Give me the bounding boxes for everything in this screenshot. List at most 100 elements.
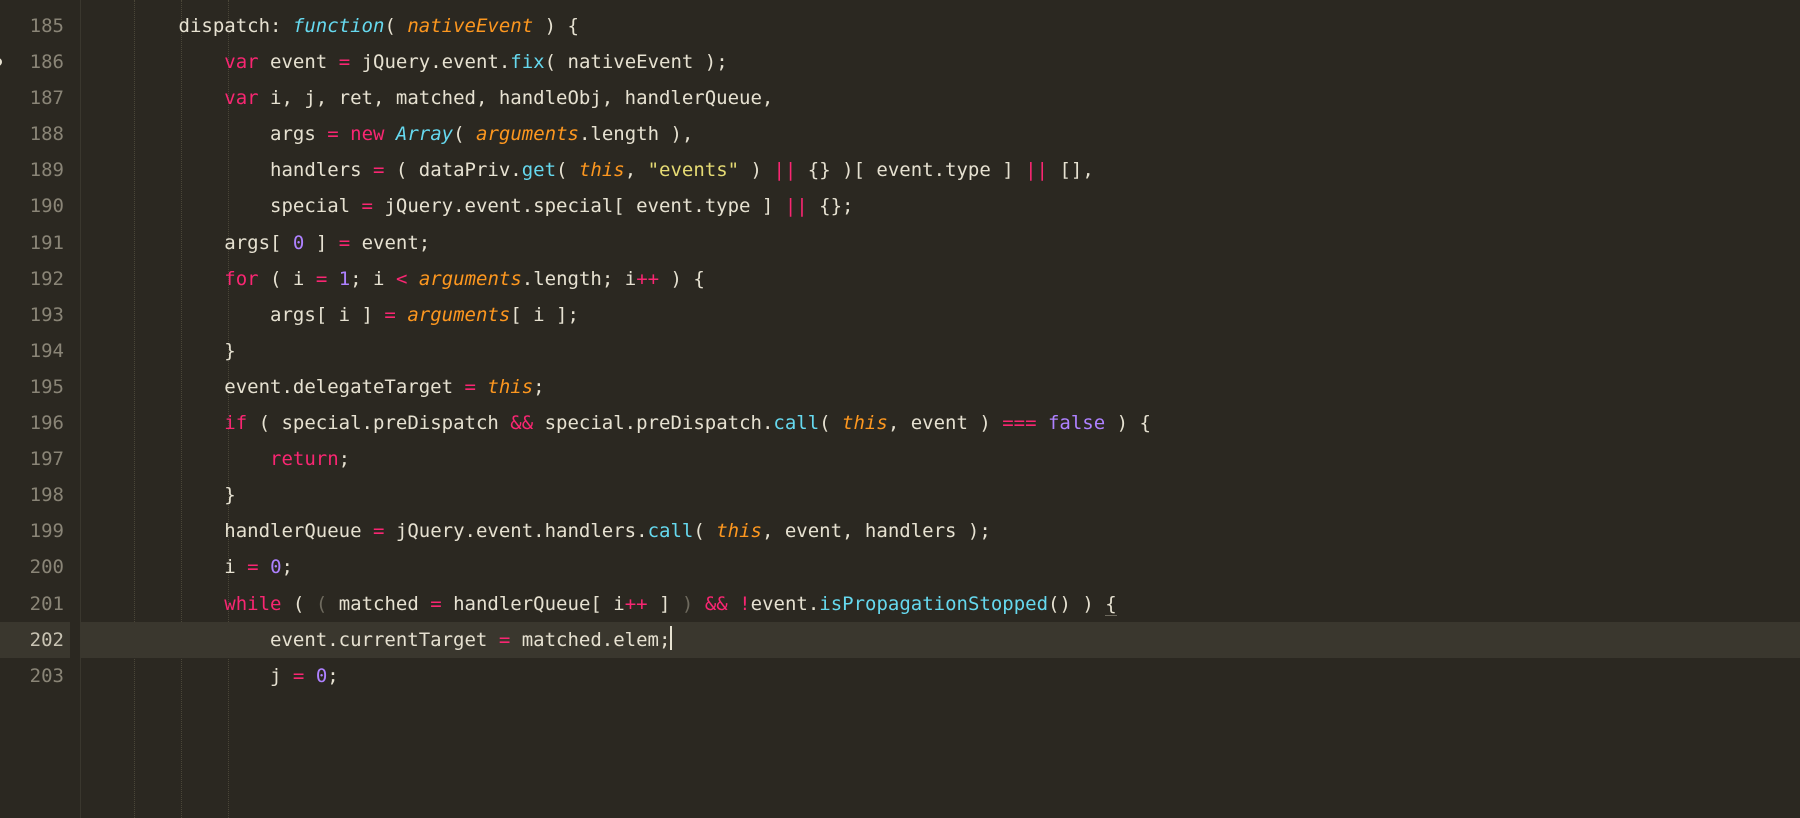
code-token: && [510,412,533,434]
line-number[interactable]: 190 [0,188,70,224]
code-token: ; [533,376,544,398]
line-number[interactable]: 202 [0,622,70,658]
code-token: || [1025,159,1048,181]
code-token: = [499,629,510,651]
code-token: < [396,268,407,290]
code-line[interactable]: handlerQueue = jQuery.event.handlers.cal… [81,513,1800,549]
code-token: isPropagationStopped [819,593,1048,615]
line-number[interactable]: 186 [0,44,70,80]
code-token: = [430,593,441,615]
code-token: ( [281,593,315,615]
code-token: ( dataPriv. [384,159,521,181]
code-token: = [465,376,476,398]
code-token: var [224,51,258,73]
code-line[interactable]: for ( i = 1; i < arguments.length; i++ )… [81,261,1800,297]
code-line[interactable]: args[ 0 ] = event; [81,225,1800,261]
code-token: jQuery.event.handlers. [384,520,647,542]
code-line[interactable]: var event = jQuery.event.fix( nativeEven… [81,44,1800,80]
code-line[interactable]: while ( ( matched = handlerQueue[ i++ ] … [81,586,1800,622]
code-line[interactable]: event.currentTarget = matched.elem; [81,622,1800,658]
line-number[interactable]: 185 [0,8,70,44]
code-token: = [373,520,384,542]
code-token: this [487,376,533,398]
line-number[interactable]: 192 [0,261,70,297]
code-line[interactable]: j = 0; [81,658,1800,694]
code-token: === [1002,412,1036,434]
code-line[interactable]: } [81,477,1800,513]
code-token: args[ [224,232,293,254]
line-number[interactable]: 191 [0,225,70,261]
line-number[interactable]: 199 [0,513,70,549]
code-token: { [1105,593,1116,616]
code-token: handlerQueue[ i [442,593,625,615]
code-token: ( [819,412,842,434]
code-token: 0 [270,556,281,578]
code-line[interactable]: event.delegateTarget = this; [81,369,1800,405]
code-token: Array [396,123,453,145]
line-number[interactable]: 203 [0,658,70,694]
code-token: jQuery.event. [350,51,510,73]
code-line[interactable]: special = jQuery.event.special[ event.ty… [81,188,1800,224]
code-token: ] [648,593,682,615]
code-token: { [568,15,579,37]
line-number[interactable]: 188 [0,116,70,152]
line-number[interactable]: 198 [0,477,70,513]
code-token: event [259,51,339,73]
code-token: ) [533,15,567,37]
code-token: ; [282,556,293,578]
code-token: ( [453,123,476,145]
code-line[interactable]: args = new Array( arguments.length ), [81,116,1800,152]
code-token: this [716,520,762,542]
line-number[interactable]: 189 [0,152,70,188]
code-token: ! [739,593,750,615]
line-number[interactable]: 194 [0,333,70,369]
line-number[interactable]: 201 [0,586,70,622]
line-number-gutter[interactable]: 1851861871881891901911921931941951961971… [0,0,80,818]
code-line[interactable]: i = 0; [81,549,1800,585]
code-area[interactable]: dispatch: function( nativeEvent ) { var … [80,0,1800,818]
line-number[interactable]: 197 [0,441,70,477]
code-token [407,268,418,290]
code-token: handlerQueue [224,520,373,542]
code-token: jQuery.event.special[ event.type ] [373,195,785,217]
code-token: : [270,15,293,37]
code-line[interactable]: handlers = ( dataPriv.get( this, "events… [81,152,1800,188]
code-editor[interactable]: 1851861871881891901911921931941951961971… [0,0,1800,818]
code-token: event.currentTarget [270,629,499,651]
code-line[interactable]: var i, j, ret, matched, handleObj, handl… [81,80,1800,116]
code-token [304,665,315,687]
code-token: .length; i [522,268,636,290]
code-token [259,556,270,578]
code-token: i [224,556,247,578]
code-token: nativeEvent [407,15,533,37]
code-token: 0 [293,232,304,254]
code-line[interactable]: } [81,333,1800,369]
line-number[interactable]: 187 [0,80,70,116]
line-number[interactable]: 193 [0,297,70,333]
code-token [728,593,739,615]
code-line[interactable]: args[ i ] = arguments[ i ]; [81,297,1800,333]
code-token: function [293,15,385,37]
code-token: event.delegateTarget [224,376,464,398]
code-token [693,593,704,615]
code-token: matched.elem; [510,629,670,651]
code-token: ++ [625,593,648,615]
code-token: ] [304,232,338,254]
code-lines-container[interactable]: dispatch: function( nativeEvent ) { var … [81,8,1800,694]
code-token: args[ i ] [270,304,384,326]
code-token: ) { [1105,412,1151,434]
code-line[interactable]: return; [81,441,1800,477]
code-token: fix [510,51,544,73]
line-number[interactable]: 196 [0,405,70,441]
code-line[interactable]: if ( special.preDispatch && special.preD… [81,405,1800,441]
code-token: ; [339,448,350,470]
code-token: {} )[ event.type ] [796,159,1025,181]
code-token: } [224,340,235,362]
code-token: arguments [407,304,510,326]
code-line[interactable]: dispatch: function( nativeEvent ) { [81,8,1800,44]
line-number[interactable]: 195 [0,369,70,405]
code-token: = [327,123,338,145]
code-token: while [224,593,281,615]
line-number[interactable]: 200 [0,549,70,585]
code-token [476,376,487,398]
